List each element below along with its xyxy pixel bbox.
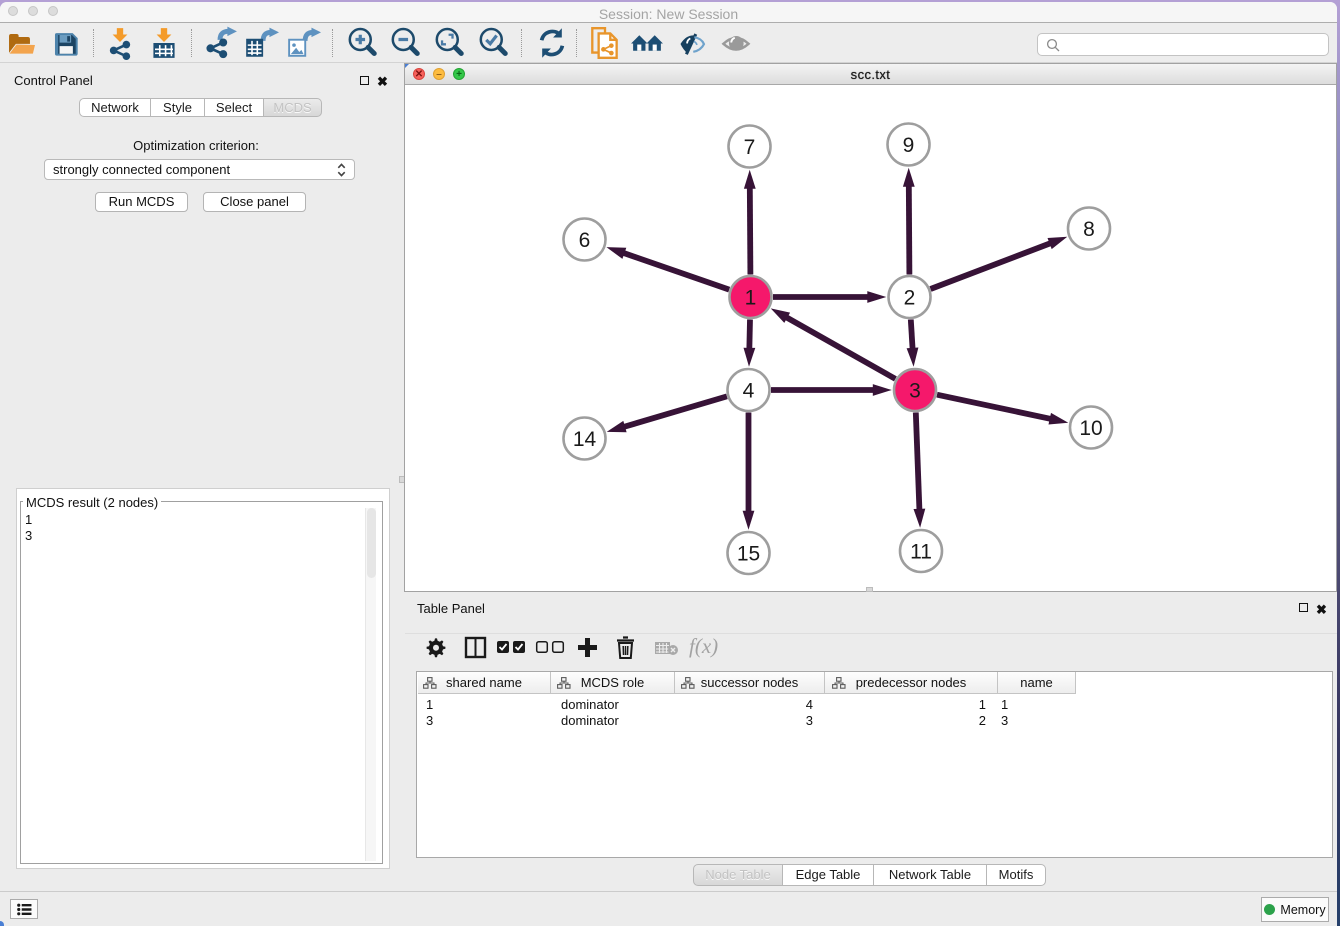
svg-text:4: 4 (743, 380, 755, 403)
svg-text:11: 11 (910, 541, 932, 564)
svg-text:1: 1 (745, 287, 757, 310)
svg-text:6: 6 (579, 229, 591, 252)
svg-text:14: 14 (573, 428, 597, 451)
svg-text:10: 10 (1079, 417, 1102, 440)
svg-text:2: 2 (904, 287, 916, 310)
svg-text:7: 7 (744, 136, 756, 159)
svg-text:9: 9 (903, 134, 915, 157)
svg-text:15: 15 (737, 543, 760, 566)
svg-text:3: 3 (909, 380, 921, 403)
svg-text:8: 8 (1083, 218, 1095, 241)
